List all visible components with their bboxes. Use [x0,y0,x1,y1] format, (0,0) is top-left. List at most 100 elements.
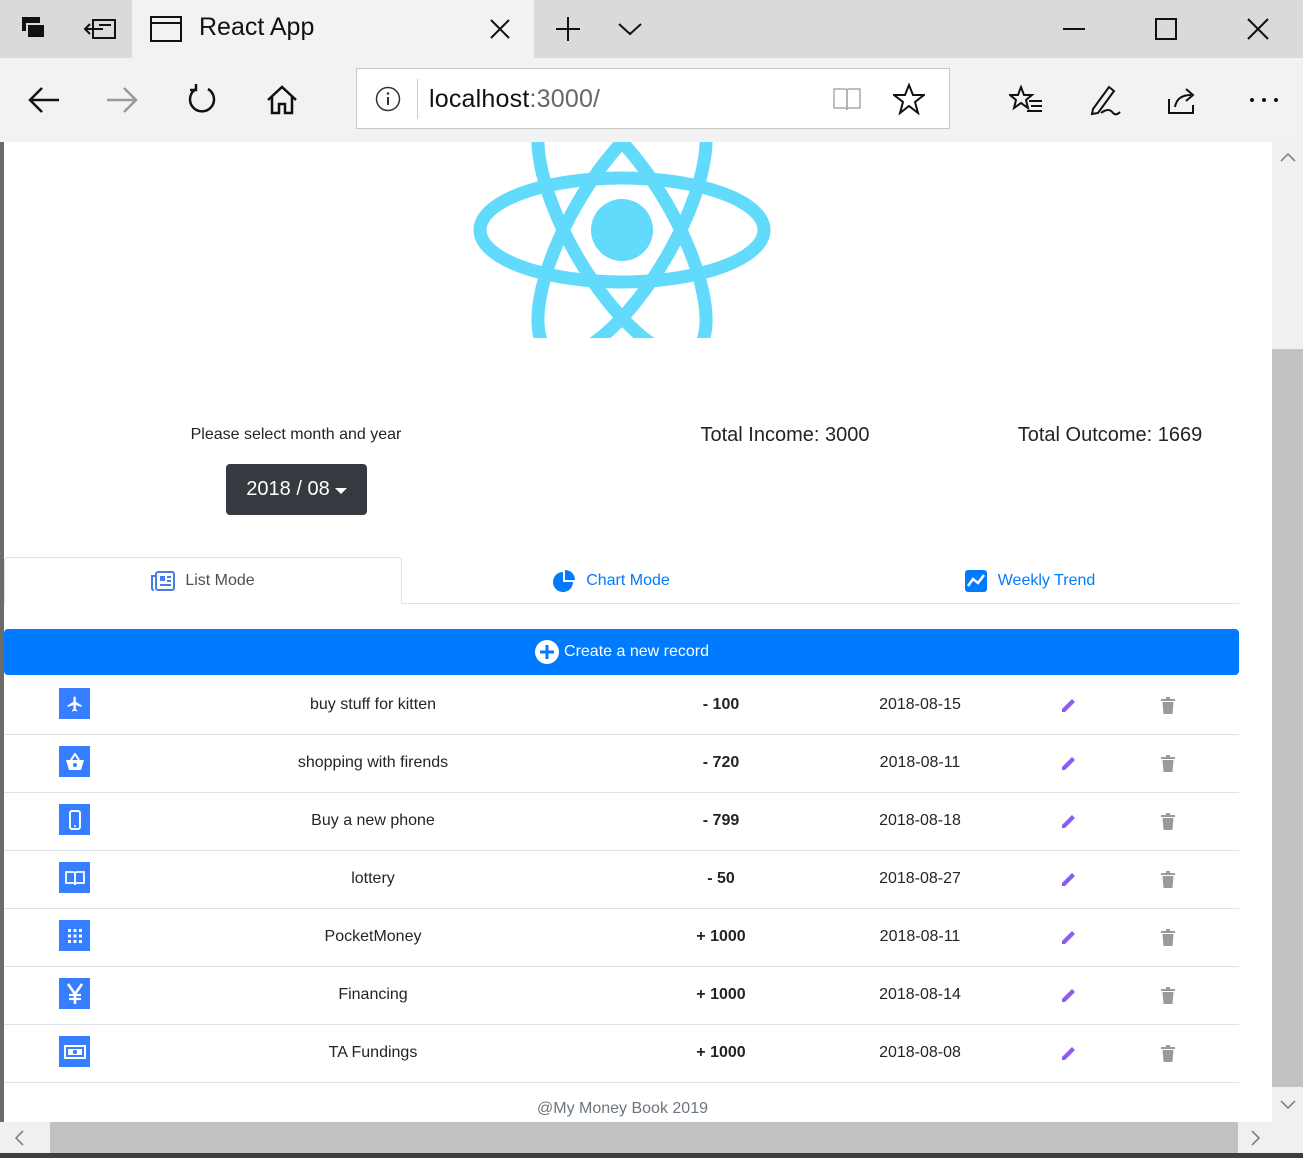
delete-trash-icon[interactable] [1157,810,1179,832]
edit-pencil-icon[interactable] [1058,752,1080,774]
plus-circle-icon [535,640,560,664]
home-icon[interactable] [252,58,312,142]
more-options-icon[interactable] [1234,58,1294,142]
favorites-hub-icon[interactable] [996,58,1056,142]
share-icon[interactable] [1152,58,1212,142]
record-row: Buy a new phone - 799 2018-08-18 [4,793,1239,851]
record-title: lottery [351,870,395,887]
record-amount: - 799 [702,812,740,829]
new-tab-icon[interactable] [548,0,588,58]
edit-pencil-icon[interactable] [1058,984,1080,1006]
record-amount: - 100 [702,696,740,713]
record-row: Financing + 1000 2018-08-14 [4,967,1239,1025]
yen-icon [59,978,90,1009]
scroll-down-icon[interactable] [1272,1094,1303,1116]
record-amount: + 1000 [696,986,746,1003]
caret-down-icon [334,487,347,494]
minimize-icon[interactable] [1052,0,1096,58]
delete-trash-icon[interactable] [1157,926,1179,948]
record-title: Financing [338,986,408,1003]
close-tab-icon[interactable] [482,0,518,58]
newspaper-icon [151,570,176,591]
delete-trash-icon[interactable] [1157,984,1179,1006]
tab-list-label: List Mode [185,571,255,589]
record-amount: - 50 [707,870,735,887]
tab-chart-label: Chart Mode [586,571,670,589]
scrollbar-corner [1272,1122,1303,1153]
airplane-icon [59,688,90,719]
window-edge [0,142,4,1122]
tab-switcher-icon[interactable] [14,0,54,58]
react-logo-icon [473,142,771,338]
url-text[interactable]: localhost:3000/ [429,85,600,114]
month-year-value: 2018 / 08 [246,478,330,500]
scroll-up-icon[interactable] [1272,146,1303,168]
forward-icon[interactable] [92,58,152,142]
record-title: TA Fundings [328,1044,418,1061]
book-icon [59,862,90,893]
record-date: 2018-08-15 [879,696,961,713]
tab-weekly-trend[interactable]: Weekly Trend [820,557,1239,604]
browser-nav-bar: localhost:3000/ [0,58,1303,143]
tab-chart-mode[interactable]: Chart Mode [402,557,820,604]
tab-list-mode[interactable]: List Mode [4,557,402,604]
refresh-icon[interactable] [172,58,232,142]
maximize-icon[interactable] [1144,0,1188,58]
trend-chart-icon [964,569,987,592]
record-amount: + 1000 [696,928,746,945]
record-amount: + 1000 [696,1044,746,1061]
vertical-scroll-thumb[interactable] [1272,349,1303,1087]
record-date: 2018-08-08 [879,1044,961,1061]
record-title: Buy a new phone [311,812,435,829]
month-select-label: Please select month and year [190,426,402,443]
record-amount: - 720 [702,754,740,771]
back-icon[interactable] [14,58,74,142]
record-date: 2018-08-11 [879,754,961,771]
horizontal-scroll-thumb[interactable] [50,1122,1238,1153]
reading-view-icon[interactable] [829,69,865,128]
edit-pencil-icon[interactable] [1058,810,1080,832]
scroll-right-icon[interactable] [1243,1122,1269,1153]
record-title: PocketMoney [324,928,422,945]
delete-trash-icon[interactable] [1157,752,1179,774]
web-note-icon[interactable] [1074,58,1134,142]
record-title: buy stuff for kitten [310,696,436,713]
tab-weekly-label: Weekly Trend [997,571,1096,589]
record-row: TA Fundings + 1000 2018-08-08 [4,1025,1239,1083]
grid-icon [59,920,90,951]
delete-trash-icon[interactable] [1157,1042,1179,1064]
record-date: 2018-08-18 [879,812,961,829]
record-date: 2018-08-14 [879,986,961,1003]
edit-pencil-icon[interactable] [1058,926,1080,948]
close-window-icon[interactable] [1236,0,1280,58]
address-divider [417,79,418,119]
edit-pencil-icon[interactable] [1058,694,1080,716]
page-content: Please select month and year 2018 / 08 T… [0,142,1272,1122]
page-icon [148,0,184,58]
edit-pencil-icon[interactable] [1058,868,1080,890]
phone-icon [59,804,90,835]
window-bottom-edge [0,1153,1303,1158]
create-record-label: Create a new record [564,643,709,660]
scroll-left-icon[interactable] [6,1122,32,1153]
url-host: localhost [429,85,530,113]
delete-trash-icon[interactable] [1157,694,1179,716]
site-info-icon[interactable] [373,69,403,128]
total-income: Total Income: 3000 [700,424,870,446]
url-port: :3000/ [529,85,601,113]
record-row: PocketMoney + 1000 2018-08-11 [4,909,1239,967]
record-row: lottery - 50 2018-08-27 [4,851,1239,909]
pie-chart-icon [553,569,576,592]
month-year-dropdown[interactable]: 2018 / 08 [226,464,367,515]
basket-icon [59,746,90,777]
create-record-button[interactable]: Create a new record [4,629,1239,675]
edit-pencil-icon[interactable] [1058,1042,1080,1064]
set-tabs-aside-icon[interactable] [78,0,122,58]
address-bar[interactable]: localhost:3000/ [356,68,950,129]
tab-preview-chevron-icon[interactable] [610,0,650,58]
delete-trash-icon[interactable] [1157,868,1179,890]
favorite-star-icon[interactable] [891,69,927,128]
record-row: shopping with firends - 720 2018-08-11 [4,735,1239,793]
browser-tab[interactable]: React App [132,0,534,58]
record-date: 2018-08-27 [879,870,961,887]
